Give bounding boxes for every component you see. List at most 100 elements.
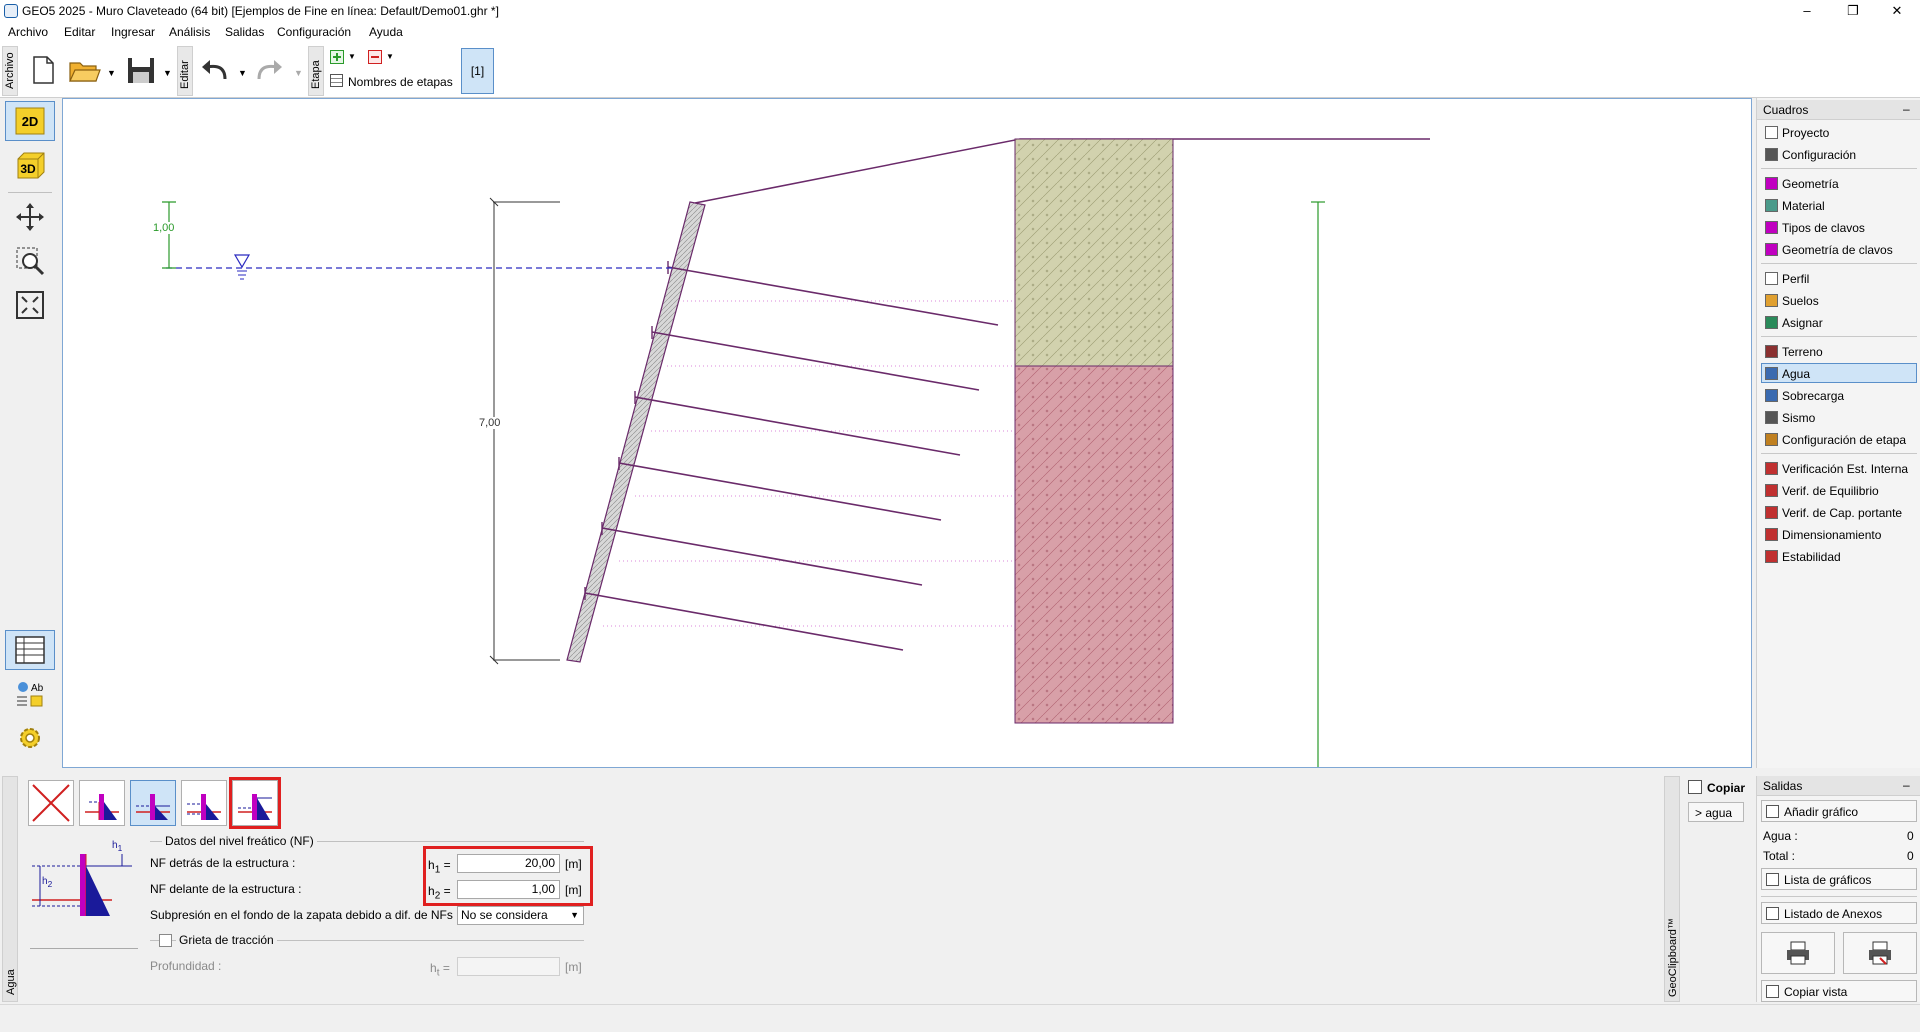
water-mode-3-icon xyxy=(187,794,221,820)
copy-view-button[interactable]: Copiar vista xyxy=(1761,980,1917,1002)
water-mode-1-button[interactable] xyxy=(79,780,125,826)
water-mode-1-icon xyxy=(85,794,119,820)
pan-button[interactable] xyxy=(5,197,55,237)
no-water-icon xyxy=(32,784,70,822)
print-button[interactable] xyxy=(1761,932,1835,974)
water-dimension-label: 1,00 xyxy=(153,222,175,234)
zoom-extents-button[interactable] xyxy=(5,285,55,325)
open-folder-icon[interactable] xyxy=(68,50,102,90)
frame-item-configuración-de-etapa[interactable]: Configuración de etapa xyxy=(1761,429,1917,449)
menu-archivo[interactable]: Archivo xyxy=(8,25,48,39)
depth-input[interactable] xyxy=(457,957,560,976)
archivo-tab[interactable]: Archivo xyxy=(2,46,18,96)
nail-type-icon xyxy=(1765,221,1778,234)
print-pdf-icon xyxy=(1869,941,1891,965)
frame-item-geometría-de-clavos[interactable]: Geometría de clavos xyxy=(1761,239,1917,259)
open-dropdown-icon[interactable]: ▼ xyxy=(107,68,116,78)
clipboard-item[interactable]: > agua xyxy=(1688,802,1744,822)
chart-list-button[interactable]: Lista de gráficos xyxy=(1761,868,1917,890)
outputs-panel: Salidas – Añadir gráfico Agua : 0 Total … xyxy=(1756,776,1920,1002)
frame-item-asignar[interactable]: Asignar xyxy=(1761,312,1917,332)
frame-item-verificación-est-interna[interactable]: Verificación Est. Interna xyxy=(1761,458,1917,478)
water-mode-2-button[interactable] xyxy=(130,780,176,826)
redo-dropdown-icon[interactable]: ▼ xyxy=(294,68,303,78)
total-count: 0 xyxy=(1907,849,1914,863)
remove-stage-icon[interactable] xyxy=(368,50,382,64)
soil-layer-1 xyxy=(1014,138,1174,367)
remove-stage-dropdown-icon[interactable]: ▼ xyxy=(386,52,394,61)
menu-analisis[interactable]: Análisis xyxy=(169,25,210,39)
copy-button[interactable]: Copiar xyxy=(1707,781,1745,795)
outputs-header: Salidas – xyxy=(1757,776,1920,796)
menu-ayuda[interactable]: Ayuda xyxy=(369,25,403,39)
table-view-button[interactable] xyxy=(5,630,55,670)
frame-item-verif-de-equilibrio[interactable]: Verif. de Equilibrio xyxy=(1761,480,1917,500)
menu-editar[interactable]: Editar xyxy=(64,25,95,39)
water-mode-4-icon xyxy=(238,794,272,820)
minimize-button[interactable]: – xyxy=(1784,0,1830,22)
save-dropdown-icon[interactable]: ▼ xyxy=(163,68,172,78)
table-icon xyxy=(15,636,45,664)
frame-item-sismo[interactable]: Sismo xyxy=(1761,407,1917,427)
annex-list-button[interactable]: Listado de Anexos xyxy=(1761,902,1917,924)
add-stage-icon[interactable] xyxy=(330,50,344,64)
frame-item-dimensionamiento[interactable]: Dimensionamiento xyxy=(1761,524,1917,544)
terrain-icon xyxy=(1765,345,1778,358)
view-3d-button[interactable]: 3D xyxy=(5,145,55,185)
gear-icon xyxy=(20,728,40,748)
no-water-button[interactable] xyxy=(28,780,74,826)
new-file-icon[interactable] xyxy=(26,50,60,90)
drawing-canvas[interactable]: 1,00 7,00 xyxy=(62,98,1752,768)
frame-item-agua[interactable]: Agua xyxy=(1761,363,1917,383)
undo-dropdown-icon[interactable]: ▼ xyxy=(238,68,247,78)
frame-item-terreno[interactable]: Terreno xyxy=(1761,341,1917,361)
styles-button[interactable]: Ab xyxy=(5,674,55,714)
frames-collapse-button[interactable]: – xyxy=(1903,102,1910,116)
redo-icon[interactable] xyxy=(252,50,286,90)
frame-item-tipos-de-clavos[interactable]: Tipos de clavos xyxy=(1761,217,1917,237)
nf-front-label: NF delante de la estructura : xyxy=(150,882,302,896)
earthquake-icon xyxy=(1765,411,1778,424)
frame-item-estabilidad[interactable]: Estabilidad xyxy=(1761,546,1917,566)
close-button[interactable]: ✕ xyxy=(1874,0,1920,22)
nf-behind-label: NF detrás de la estructura : xyxy=(150,856,296,870)
stage-names-icon xyxy=(330,74,343,87)
water-mode-4-button[interactable] xyxy=(229,777,281,829)
zoom-button[interactable] xyxy=(5,241,55,281)
etapa-tab[interactable]: Etapa xyxy=(308,46,324,96)
frame-item-sobrecarga[interactable]: Sobrecarga xyxy=(1761,385,1917,405)
agua-side-tab[interactable]: Agua xyxy=(2,776,18,1002)
save-icon[interactable] xyxy=(124,50,158,90)
uplift-select[interactable]: No se considera ▼ xyxy=(457,906,584,925)
undo-icon[interactable] xyxy=(198,50,232,90)
add-stage-dropdown-icon[interactable]: ▼ xyxy=(348,52,356,61)
menu-bar: Archivo Editar Ingresar Análisis Salidas… xyxy=(0,22,1920,44)
frame-item-proyecto[interactable]: Proyecto xyxy=(1761,122,1917,142)
zoom-extents-icon xyxy=(16,291,44,319)
stage-names-button[interactable]: Nombres de etapas xyxy=(348,75,453,89)
frame-item-geometría[interactable]: Geometría xyxy=(1761,173,1917,193)
frame-item-perfil[interactable]: Perfil xyxy=(1761,268,1917,288)
water-mode-3-button[interactable] xyxy=(181,780,227,826)
print-preview-button[interactable] xyxy=(1843,932,1917,974)
view-2d-button[interactable]: 2D xyxy=(5,101,55,141)
soil-layer-2 xyxy=(1014,365,1174,724)
frame-item-suelos[interactable]: Suelos xyxy=(1761,290,1917,310)
menu-salidas[interactable]: Salidas xyxy=(225,25,264,39)
menu-configuracion[interactable]: Configuración xyxy=(277,25,351,39)
status-bar xyxy=(0,1004,1920,1032)
editar-tab[interactable]: Editar xyxy=(177,46,193,96)
material-icon xyxy=(1765,199,1778,212)
add-chart-button[interactable]: Añadir gráfico xyxy=(1761,800,1917,822)
crack-checkbox[interactable] xyxy=(159,934,172,947)
maximize-button[interactable]: ❐ xyxy=(1830,0,1876,22)
frame-item-verif-de-cap-portante[interactable]: Verif. de Cap. portante xyxy=(1761,502,1917,522)
stage-1-button[interactable]: [1] xyxy=(461,48,494,94)
frame-item-material[interactable]: Material xyxy=(1761,195,1917,215)
chart-list-icon xyxy=(1766,873,1779,886)
geoclipboard-tab[interactable]: GeoClipboard™ xyxy=(1664,776,1680,1002)
menu-ingresar[interactable]: Ingresar xyxy=(111,25,155,39)
settings-button[interactable] xyxy=(5,718,55,758)
frame-item-configuración[interactable]: Configuración xyxy=(1761,144,1917,164)
outputs-collapse-button[interactable]: – xyxy=(1903,778,1910,792)
